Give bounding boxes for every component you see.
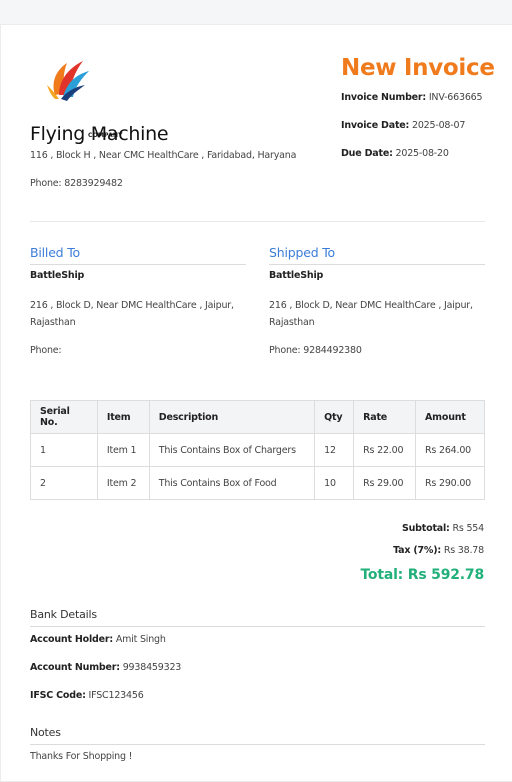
items-table: Serial No. Item Description Qty Rate Amo… (30, 400, 485, 500)
company-logo: COMPANY (41, 55, 123, 139)
company-address: 116 , Block H , Near CMC HealthCare , Fa… (30, 150, 297, 161)
shipped-to-name: BattleShip (269, 270, 324, 281)
ifsc-code-value: IFSC123456 (88, 690, 144, 701)
table-row: 1 Item 1 This Contains Box of Chargers 1… (30, 433, 485, 467)
grand-total: Total: Rs 592.78 (360, 567, 484, 583)
account-holder-value: Amit Singh (115, 634, 166, 645)
header-divider (30, 221, 485, 222)
col-rate-header: Rate (353, 400, 417, 434)
total-label: Total: (360, 567, 404, 583)
subtotal-label: Subtotal: (401, 523, 450, 534)
table-row: 2 Item 2 This Contains Box of Food 10 Rs… (30, 466, 485, 500)
tax-value: Rs 38.78 (443, 545, 484, 556)
account-number-label: Account Number: (30, 662, 120, 673)
table-header-row: Serial No. Item Description Qty Rate Amo… (30, 400, 485, 434)
due-date-value: 2025-08-20 (395, 148, 449, 159)
cell-description: This Contains Box of Chargers (148, 433, 316, 467)
shipped-to-underline (269, 264, 485, 265)
cell-amount: Rs 290.00 (415, 466, 485, 500)
shipped-to-phone-value: 9284492380 (303, 345, 362, 356)
subtotal: Subtotal: Rs 554 (402, 523, 484, 534)
shipped-to-phone: Phone: 9284492380 (269, 342, 362, 359)
company-phone-label: Phone: (30, 178, 62, 189)
account-holder-label: Account Holder: (30, 634, 113, 645)
company-phone: Phone: 8283929482 (30, 178, 123, 189)
cell-qty: 10 (314, 466, 355, 500)
notes-underline (30, 744, 485, 745)
due-date: Due Date: 2025-08-20 (341, 148, 449, 159)
cell-rate: Rs 22.00 (353, 433, 417, 467)
due-date-label: Due Date: (341, 148, 393, 159)
billed-to-phone-label: Phone: (30, 345, 62, 356)
account-number: Account Number: 9938459323 (30, 662, 181, 673)
ifsc-code-label: IFSC Code: (30, 690, 86, 701)
account-holder: Account Holder: Amit Singh (30, 634, 166, 645)
tax-label: Tax (7%): (393, 545, 441, 556)
cell-qty: 12 (314, 433, 355, 467)
shipped-to-heading: Shipped To (269, 245, 335, 260)
bank-details-underline (30, 626, 485, 627)
cell-amount: Rs 264.00 (415, 433, 485, 467)
total-value: Rs 592.78 (407, 567, 484, 583)
cell-item: Item 2 (96, 466, 150, 500)
cell-rate: Rs 29.00 (353, 466, 417, 500)
invoice-number-label: Invoice Number: (341, 92, 426, 103)
cell-item: Item 1 (96, 433, 150, 467)
invoice-date-value: 2025-08-07 (411, 120, 466, 131)
invoice-page: COMPANY Flying Machine 116 , Block H , N… (0, 24, 512, 782)
tax: Tax (7%): Rs 38.78 (393, 545, 484, 556)
invoice-title: New Invoice (341, 55, 495, 81)
cell-serial: 1 (30, 433, 98, 467)
ifsc-code: IFSC Code: IFSC123456 (30, 690, 144, 701)
billed-to-address: 216 , Block D, Near DMC HealthCare , Jai… (30, 300, 234, 328)
col-qty-header: Qty (314, 400, 355, 434)
billed-to-name: BattleShip (30, 270, 85, 281)
cell-serial: 2 (30, 466, 98, 500)
shipped-to-phone-label: Phone: (269, 345, 301, 356)
col-serial-header: Serial No. (30, 400, 98, 434)
bank-details-heading: Bank Details (30, 608, 97, 621)
cell-description: This Contains Box of Food (148, 466, 316, 500)
account-number-value: 9938459323 (122, 662, 182, 673)
col-item-header: Item (96, 400, 150, 434)
col-description-header: Description (148, 400, 316, 434)
invoice-date: Invoice Date: 2025-08-07 (341, 120, 465, 131)
invoice-date-label: Invoice Date: (341, 120, 410, 131)
billed-to-heading: Billed To (30, 245, 80, 260)
billed-to-underline (30, 264, 246, 265)
col-amount-header: Amount (415, 400, 485, 434)
company-phone-value: 8283929482 (64, 178, 123, 189)
company-name: Flying Machine (30, 123, 169, 145)
billed-to-phone: Phone: (30, 342, 62, 359)
notes-text: Thanks For Shopping ! (30, 751, 133, 762)
invoice-number-value: INV-663665 (428, 92, 483, 103)
shipped-to-address: 216 , Block D, Near DMC HealthCare , Jai… (269, 300, 473, 328)
notes-heading: Notes (30, 726, 61, 739)
subtotal-value: Rs 554 (452, 523, 484, 534)
invoice-number: Invoice Number: INV-663665 (341, 92, 483, 103)
wing-logo-icon (47, 61, 89, 101)
